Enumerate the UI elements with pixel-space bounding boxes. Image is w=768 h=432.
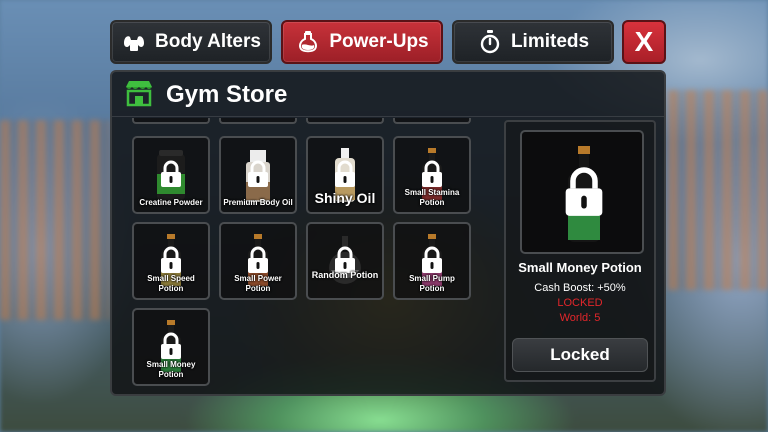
close-button[interactable]: X	[622, 20, 666, 64]
window-title: Gym Store	[166, 81, 288, 108]
item-label: Premium Body Oil	[223, 198, 293, 207]
lock-icon	[161, 160, 181, 187]
grid-cell-hidden	[219, 118, 297, 124]
background-decor-left	[0, 120, 110, 320]
item-preview	[520, 130, 644, 254]
detail-world-requirement: World: 5	[559, 312, 601, 324]
item-grid[interactable]: Creatine Powder Premium Body Oil Shiny O…	[132, 118, 492, 386]
detail-status: LOCKED	[557, 297, 603, 309]
store-item-small-stamina-potion[interactable]: Small Stamina Potion	[393, 136, 471, 214]
lock-icon	[248, 160, 268, 187]
locked-button[interactable]: Locked	[512, 338, 648, 372]
store-item-small-power-potion[interactable]: Small Power Potion	[219, 222, 297, 300]
grid-cell-hidden	[393, 118, 471, 124]
item-label: Small Speed Potion	[147, 274, 195, 293]
lock-icon	[565, 167, 603, 216]
store-icon	[124, 79, 154, 112]
item-label: Creatine Powder	[139, 198, 203, 207]
item-label: Small Stamina Potion	[404, 188, 460, 207]
lock-icon	[335, 160, 355, 187]
store-item-creatine-powder[interactable]: Creatine Powder	[132, 136, 210, 214]
item-detail-panel: Small Money Potion Cash Boost: +50% LOCK…	[504, 120, 656, 382]
tab-label: Body Alters	[155, 31, 261, 52]
tab-label: Limiteds	[510, 31, 590, 52]
gym-store-window: Gym Store Creatine Powder Premium Body O…	[110, 70, 666, 396]
tab-limiteds[interactable]: Limiteds	[452, 20, 614, 64]
background-decor-right	[668, 90, 768, 290]
store-item-premium-body-oil[interactable]: Premium Body Oil	[219, 136, 297, 214]
store-item-random-potion[interactable]: Random Potion	[306, 222, 384, 300]
header-divider	[112, 116, 664, 117]
item-label: Small Pump Potion	[409, 274, 455, 293]
lock-icon	[422, 160, 442, 187]
tab-label: Power-Ups	[329, 31, 429, 52]
muscle-icon	[121, 29, 147, 55]
grid-cell-hidden	[132, 118, 210, 124]
store-item-small-money-potion[interactable]: Small Money Potion	[132, 308, 210, 386]
lock-icon	[161, 246, 181, 273]
lock-icon	[248, 246, 268, 273]
lock-icon	[422, 246, 442, 273]
window-header: Gym Store	[124, 78, 287, 112]
detail-item-name: Small Money Potion	[518, 260, 642, 275]
tab-body-alters[interactable]: Body Alters	[110, 20, 272, 64]
close-icon: X	[634, 26, 654, 57]
tab-power-ups[interactable]: Power-Ups	[281, 20, 443, 64]
potion-flask-icon	[295, 29, 321, 55]
store-item-small-speed-potion[interactable]: Small Speed Potion	[132, 222, 210, 300]
item-label: Small Power Potion	[234, 274, 282, 293]
item-label: Small Money Potion	[146, 360, 196, 379]
stopwatch-icon	[477, 29, 503, 55]
lock-icon	[161, 332, 181, 359]
item-label: Shiny Oil	[314, 190, 376, 206]
grid-cell-hidden	[306, 118, 384, 124]
store-item-small-pump-potion[interactable]: Small Pump Potion	[393, 222, 471, 300]
store-item-shiny-oil[interactable]: Shiny Oil	[306, 136, 384, 214]
detail-boost: Cash Boost: +50%	[534, 282, 626, 294]
item-label: Random Potion	[311, 270, 379, 280]
